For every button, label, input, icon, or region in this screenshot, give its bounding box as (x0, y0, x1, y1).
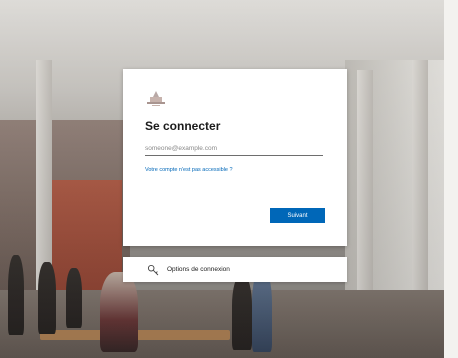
signin-card: Se connecter Votre compte n'est pas acce… (123, 69, 347, 246)
next-button[interactable]: Suivant (270, 208, 325, 223)
organization-logo-icon (147, 91, 165, 106)
signin-options-button[interactable]: Options de connexion (123, 257, 347, 282)
page-title: Se connecter (145, 119, 221, 133)
signin-options-label: Options de connexion (167, 266, 230, 273)
email-field[interactable] (145, 141, 323, 156)
background-edge (444, 0, 458, 358)
key-icon (147, 264, 159, 275)
cant-access-account-link[interactable]: Votre compte n'est pas accessible ? (145, 167, 233, 173)
